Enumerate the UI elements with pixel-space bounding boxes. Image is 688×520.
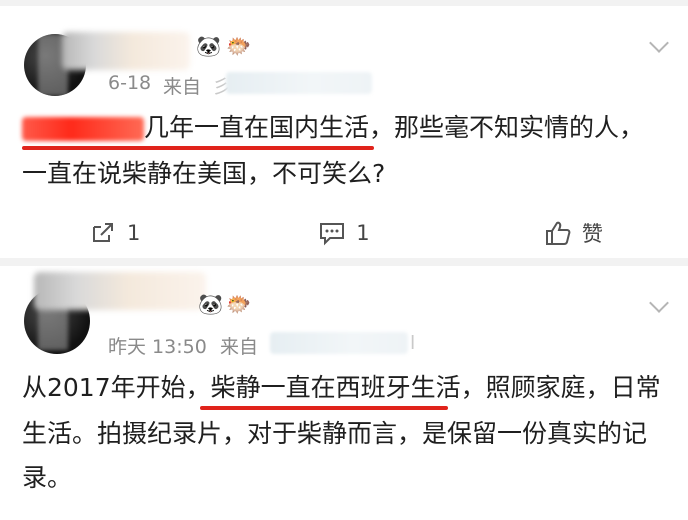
comment-count: 1 <box>356 221 370 245</box>
source-prefix: 来自 <box>163 76 202 98</box>
post-text-line-3: 录。 <box>22 463 73 492</box>
panda-emoji-icon: 🐼 <box>198 292 223 316</box>
highlight-underline <box>22 146 374 150</box>
action-bar: 1 1 赞 <box>0 204 688 262</box>
comment-icon <box>320 223 345 246</box>
highlight-underline <box>200 406 448 410</box>
repost-button[interactable]: 1 <box>0 219 229 247</box>
pufferfish-emoji-icon: 🐡 <box>226 292 251 316</box>
source-app-blurred[interactable] <box>270 332 408 354</box>
source-fragment: l <box>410 332 416 354</box>
post-card-1[interactable]: 🐼 🐡 6-18 来自 彡 几年一直在国内生活，那些毫不知实情的人， 一直在说柴… <box>0 6 688 258</box>
post-text-line-2: 一直在说柴静在美国，不可笑么? <box>22 159 386 188</box>
chevron-down-icon[interactable] <box>649 293 669 313</box>
repost-count: 1 <box>126 221 141 245</box>
highlighted-text: 柴静一直在西班牙生活 <box>210 373 461 402</box>
chevron-down-icon[interactable] <box>649 33 669 53</box>
redacted-text <box>22 117 144 141</box>
post-text-line-1: 几年一直在国内生活，那些毫不知实情的人， <box>144 113 645 142</box>
username-blurred[interactable] <box>62 32 190 70</box>
post-text-line-2: 生活。拍摄纪录片，对于柴静而言，是保留一份真实的记 <box>22 419 648 448</box>
text-segment-2: ，照顾家庭，日常 <box>460 373 661 402</box>
like-button[interactable]: 赞 <box>459 218 688 248</box>
panda-emoji-icon: 🐼 <box>196 34 221 58</box>
post-separator <box>0 258 688 266</box>
source-prefix: 来自 <box>220 336 259 358</box>
source-app-blurred[interactable] <box>226 72 372 94</box>
post-date: 昨天 13:50 <box>108 336 207 358</box>
repost-icon <box>92 223 113 242</box>
pufferfish-emoji-icon: 🐡 <box>226 34 251 58</box>
comment-button[interactable]: 1 <box>229 219 458 247</box>
post-date: 6-18 <box>108 72 152 94</box>
like-label: 赞 <box>581 222 603 246</box>
post-card-2[interactable]: 🐼 🐡 昨天 13:50 来自 l 从2017年开始，柴静一直在西班牙生活，照顾… <box>0 266 688 520</box>
post-text-line-1: 从2017年开始，柴静一直在西班牙生活，照顾家庭，日常 <box>22 366 661 410</box>
text-segment-1: 从2017年开始， <box>22 373 211 402</box>
thumbs-up-icon <box>545 221 571 245</box>
username-blurred[interactable] <box>34 272 206 310</box>
